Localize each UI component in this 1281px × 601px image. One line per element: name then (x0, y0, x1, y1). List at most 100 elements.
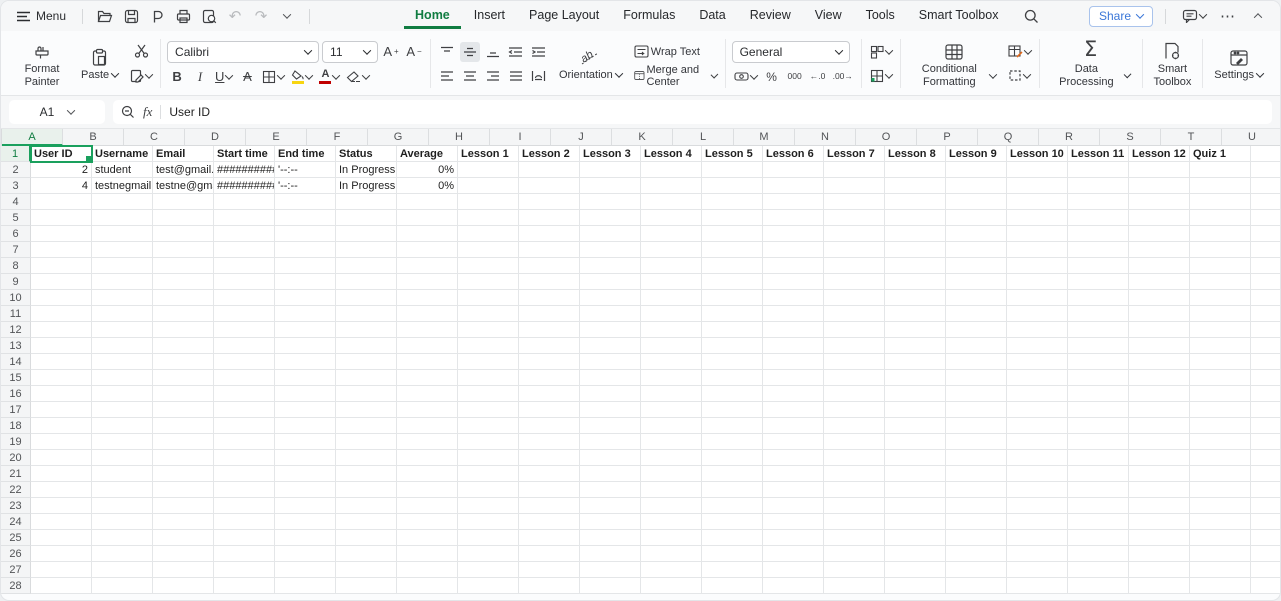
cell-K6[interactable] (641, 226, 702, 242)
column-header-L[interactable]: L (673, 129, 734, 146)
cell-Q22[interactable] (1007, 482, 1068, 498)
cell-M1[interactable]: Lesson 6 (763, 146, 824, 162)
cell-R17[interactable] (1068, 402, 1129, 418)
cell-D20[interactable] (214, 450, 275, 466)
redo-icon[interactable]: ↷ (249, 5, 273, 27)
cell-D4[interactable] (214, 194, 275, 210)
tab-formulas[interactable]: Formulas (612, 3, 686, 29)
cell-S12[interactable] (1129, 322, 1190, 338)
cell-F6[interactable] (336, 226, 397, 242)
cell-H21[interactable] (458, 466, 519, 482)
cell-L5[interactable] (702, 210, 763, 226)
print-preview-icon[interactable] (197, 5, 221, 27)
cell-F15[interactable] (336, 370, 397, 386)
cell-N13[interactable] (824, 338, 885, 354)
cell-D1[interactable]: Start time (214, 146, 275, 162)
cell-D3[interactable]: ########## (214, 178, 275, 194)
cell-F16[interactable] (336, 386, 397, 402)
cell-C5[interactable] (153, 210, 214, 226)
cell-U2[interactable] (1251, 162, 1281, 178)
cell-N27[interactable] (824, 562, 885, 578)
cell-T25[interactable] (1190, 530, 1251, 546)
cell-F10[interactable] (336, 290, 397, 306)
cell-T14[interactable] (1190, 354, 1251, 370)
cell-I7[interactable] (519, 242, 580, 258)
cell-M20[interactable] (763, 450, 824, 466)
cell-L19[interactable] (702, 434, 763, 450)
column-header-I[interactable]: I (490, 129, 551, 146)
cell-U11[interactable] (1251, 306, 1281, 322)
cell-D8[interactable] (214, 258, 275, 274)
cell-B10[interactable] (92, 290, 153, 306)
cell-C18[interactable] (153, 418, 214, 434)
cell-L10[interactable] (702, 290, 763, 306)
cell-A20[interactable] (31, 450, 92, 466)
cell-I4[interactable] (519, 194, 580, 210)
cell-E16[interactable] (275, 386, 336, 402)
open-icon[interactable] (93, 5, 117, 27)
cell-C20[interactable] (153, 450, 214, 466)
cell-O23[interactable] (885, 498, 946, 514)
cell-D28[interactable] (214, 578, 275, 594)
cell-L9[interactable] (702, 274, 763, 290)
cell-A17[interactable] (31, 402, 92, 418)
cell-N25[interactable] (824, 530, 885, 546)
cell-S27[interactable] (1129, 562, 1190, 578)
cell-S18[interactable] (1129, 418, 1190, 434)
row-header-16[interactable]: 16 (1, 386, 31, 402)
cell-R7[interactable] (1068, 242, 1129, 258)
cell-K24[interactable] (641, 514, 702, 530)
cell-I28[interactable] (519, 578, 580, 594)
row-column-button[interactable] (868, 66, 894, 86)
tab-view[interactable]: View (804, 3, 853, 29)
cell-S2[interactable] (1129, 162, 1190, 178)
cell-M17[interactable] (763, 402, 824, 418)
font-color-button[interactable]: A (317, 67, 341, 87)
tab-data[interactable]: Data (688, 3, 736, 29)
search-icon[interactable] (1019, 5, 1043, 27)
cell-E10[interactable] (275, 290, 336, 306)
cell-T16[interactable] (1190, 386, 1251, 402)
cell-C26[interactable] (153, 546, 214, 562)
cell-T13[interactable] (1190, 338, 1251, 354)
cell-B22[interactable] (92, 482, 153, 498)
cell-S26[interactable] (1129, 546, 1190, 562)
cell-D14[interactable] (214, 354, 275, 370)
cell-U12[interactable] (1251, 322, 1281, 338)
cell-J1[interactable]: Lesson 3 (580, 146, 641, 162)
cell-E1[interactable]: End time (275, 146, 336, 162)
cell-B28[interactable] (92, 578, 153, 594)
cell-M13[interactable] (763, 338, 824, 354)
cell-P3[interactable] (946, 178, 1007, 194)
cell-D19[interactable] (214, 434, 275, 450)
cell-B11[interactable] (92, 306, 153, 322)
cell-C9[interactable] (153, 274, 214, 290)
cell-O5[interactable] (885, 210, 946, 226)
cell-F9[interactable] (336, 274, 397, 290)
cell-Q21[interactable] (1007, 466, 1068, 482)
cell-P9[interactable] (946, 274, 1007, 290)
cell-A3[interactable]: 4 (31, 178, 92, 194)
cell-R20[interactable] (1068, 450, 1129, 466)
cell-I2[interactable] (519, 162, 580, 178)
align-top-button[interactable] (437, 42, 457, 62)
cell-H26[interactable] (458, 546, 519, 562)
cell-S28[interactable] (1129, 578, 1190, 594)
cell-T18[interactable] (1190, 418, 1251, 434)
increase-indent-button[interactable] (529, 42, 549, 62)
cell-R1[interactable]: Lesson 11 (1068, 146, 1129, 162)
cell-D12[interactable] (214, 322, 275, 338)
cell-H7[interactable] (458, 242, 519, 258)
print-icon[interactable] (171, 5, 195, 27)
cell-H13[interactable] (458, 338, 519, 354)
cell-O9[interactable] (885, 274, 946, 290)
cell-M9[interactable] (763, 274, 824, 290)
cell-F13[interactable] (336, 338, 397, 354)
share-button[interactable]: Share (1089, 6, 1153, 27)
cell-N10[interactable] (824, 290, 885, 306)
fx-icon[interactable]: fx (143, 104, 152, 120)
cell-C19[interactable] (153, 434, 214, 450)
cell-G15[interactable] (397, 370, 458, 386)
cell-J26[interactable] (580, 546, 641, 562)
cell-E6[interactable] (275, 226, 336, 242)
